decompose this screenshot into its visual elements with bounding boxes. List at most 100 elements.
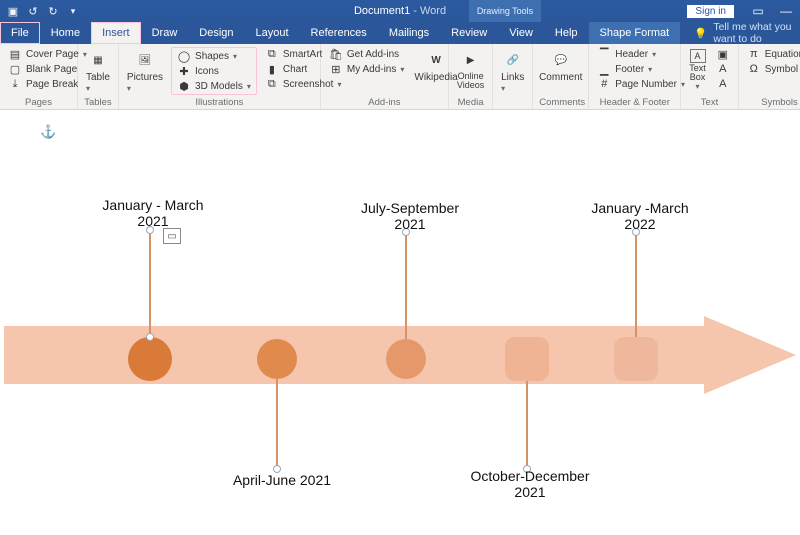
equation-button[interactable]: πEquation — [745, 47, 800, 61]
app-name: - Word — [410, 5, 446, 17]
qat-customize-icon[interactable]: ▾ — [66, 4, 80, 18]
document-canvas[interactable]: ⚓ January - March 2021 July-September 20… — [0, 110, 800, 535]
blank-page-button[interactable]: ▢Blank Page — [6, 62, 89, 76]
timeline-marker-3[interactable] — [386, 339, 426, 379]
save-icon[interactable]: ▣ — [6, 4, 20, 18]
group-symbols: πEquation ΩSymbol Symbols — [739, 44, 800, 109]
connector-2[interactable] — [276, 379, 278, 469]
tell-me-search[interactable]: 💡 Tell me what you want to do — [680, 22, 800, 44]
group-label: Add-ins — [327, 96, 442, 108]
group-header-footer: ▔Header ▁Footer #Page Number Header & Fo… — [589, 44, 681, 109]
pictures-button[interactable]: 🖼 Pictures — [125, 47, 165, 96]
pictures-icon: 🖼 — [134, 49, 156, 71]
timeline-marker-2[interactable] — [257, 339, 297, 379]
comment-button[interactable]: 💬 Comment — [537, 47, 584, 85]
get-addins-button[interactable]: 🛍Get Add-ins — [327, 47, 406, 61]
icons-button[interactable]: ✚Icons — [175, 64, 253, 78]
icons-icon: ✚ — [177, 64, 191, 78]
chart-icon: ▮ — [265, 62, 279, 76]
comment-icon: 💬 — [550, 49, 572, 71]
group-text: A Text Box ▣ A A Text — [681, 44, 739, 109]
video-icon: ▶ — [460, 49, 482, 71]
group-comments: 💬 Comment Comments — [533, 44, 589, 109]
page-number-button[interactable]: #Page Number — [595, 77, 687, 91]
quick-parts-button[interactable]: ▣ — [714, 47, 732, 61]
group-links: 🔗 Links — [493, 44, 533, 109]
connector-3[interactable] — [405, 232, 407, 339]
timeline-label-5[interactable]: January -March 2022 — [580, 200, 700, 232]
drop-cap-button[interactable]: A — [714, 77, 732, 91]
undo-icon[interactable]: ↺ — [26, 4, 40, 18]
sign-in-button[interactable]: Sign in — [687, 5, 734, 18]
tab-draw[interactable]: Draw — [141, 22, 189, 44]
my-addins-button[interactable]: ⊞My Add-ins — [327, 62, 406, 76]
timeline-marker-5[interactable] — [614, 337, 658, 381]
layout-options-button[interactable]: ▭ — [163, 228, 181, 244]
quick-parts-icon: ▣ — [716, 47, 730, 61]
group-label — [499, 96, 526, 108]
tab-shape-format[interactable]: Shape Format — [589, 22, 681, 44]
ribbon: ▤Cover Page ▢Blank Page ⤓Page Break Page… — [0, 44, 800, 110]
redo-icon[interactable]: ↻ — [46, 4, 60, 18]
text-box-icon: A — [690, 49, 706, 63]
timeline-marker-4[interactable] — [505, 337, 549, 381]
wordart-button[interactable]: A — [714, 62, 732, 76]
tab-file[interactable]: File — [0, 22, 40, 44]
group-label: Illustrations — [125, 96, 314, 108]
3d-models-button[interactable]: ⬢3D Models — [175, 79, 253, 93]
tab-review[interactable]: Review — [440, 22, 498, 44]
shapes-button[interactable]: ◯Shapes — [175, 49, 253, 63]
link-icon: 🔗 — [502, 49, 524, 71]
store-icon: 🛍 — [329, 47, 343, 61]
cover-page-button[interactable]: ▤Cover Page — [6, 47, 89, 61]
window-controls: Sign in ▭ — — [687, 0, 800, 22]
timeline-label-3[interactable]: July-September 2021 — [350, 200, 470, 232]
group-label: Text — [687, 96, 732, 108]
wordart-icon: A — [716, 62, 730, 76]
page-number-icon: # — [597, 77, 611, 91]
symbol-icon: Ω — [747, 62, 761, 76]
symbol-button[interactable]: ΩSymbol — [745, 62, 800, 76]
illustrations-highlight-box: ◯Shapes ✚Icons ⬢3D Models — [171, 47, 257, 95]
header-button[interactable]: ▔Header — [595, 47, 687, 61]
tab-help[interactable]: Help — [544, 22, 589, 44]
tab-home[interactable]: Home — [40, 22, 91, 44]
tab-mailings[interactable]: Mailings — [378, 22, 440, 44]
online-videos-button[interactable]: ▶ Online Videos — [455, 47, 486, 92]
minimize-icon[interactable]: — — [772, 4, 800, 18]
tab-references[interactable]: References — [300, 22, 378, 44]
timeline-label-4[interactable]: October-December 2021 — [470, 468, 590, 500]
ribbon-tabs: File Home Insert Draw Design Layout Refe… — [0, 22, 800, 44]
contextual-tab-drawing-tools: Drawing Tools — [469, 0, 541, 22]
group-label: Pages — [6, 96, 71, 108]
connector-4[interactable] — [526, 381, 528, 469]
group-tables: ▦ Table Tables — [78, 44, 119, 109]
lightbulb-icon: 💡 — [694, 27, 707, 40]
ribbon-display-options-icon[interactable]: ▭ — [744, 4, 772, 18]
tab-insert[interactable]: Insert — [91, 22, 141, 44]
page-break-button[interactable]: ⤓Page Break — [6, 77, 89, 91]
tab-view[interactable]: View — [498, 22, 544, 44]
timeline-marker-1[interactable] — [128, 337, 172, 381]
timeline-label-2[interactable]: April-June 2021 — [222, 472, 342, 488]
connector-5[interactable] — [635, 232, 637, 337]
tab-layout[interactable]: Layout — [245, 22, 300, 44]
table-button[interactable]: ▦ Table — [84, 47, 112, 96]
smartart-icon: ⧉ — [265, 47, 279, 61]
group-label: Comments — [539, 96, 582, 108]
links-button[interactable]: 🔗 Links — [499, 47, 526, 96]
wikipedia-icon: W — [425, 49, 447, 71]
shapes-icon: ◯ — [177, 49, 191, 63]
title-bar: ▣ ↺ ↻ ▾ Document1 - Word Drawing Tools S… — [0, 0, 800, 22]
text-box-button[interactable]: A Text Box — [687, 47, 708, 93]
drop-cap-icon: A — [716, 77, 730, 91]
screenshot-icon: ⧉ — [265, 77, 279, 91]
tab-design[interactable]: Design — [188, 22, 244, 44]
document-name: Document1 — [354, 5, 410, 17]
timeline-label-1[interactable]: January - March 2021 — [88, 197, 218, 229]
footer-button[interactable]: ▁Footer — [595, 62, 687, 76]
page-break-icon: ⤓ — [8, 77, 22, 91]
connector-1[interactable] — [149, 230, 151, 337]
tell-me-placeholder: Tell me what you want to do — [713, 21, 800, 45]
blank-page-icon: ▢ — [8, 62, 22, 76]
